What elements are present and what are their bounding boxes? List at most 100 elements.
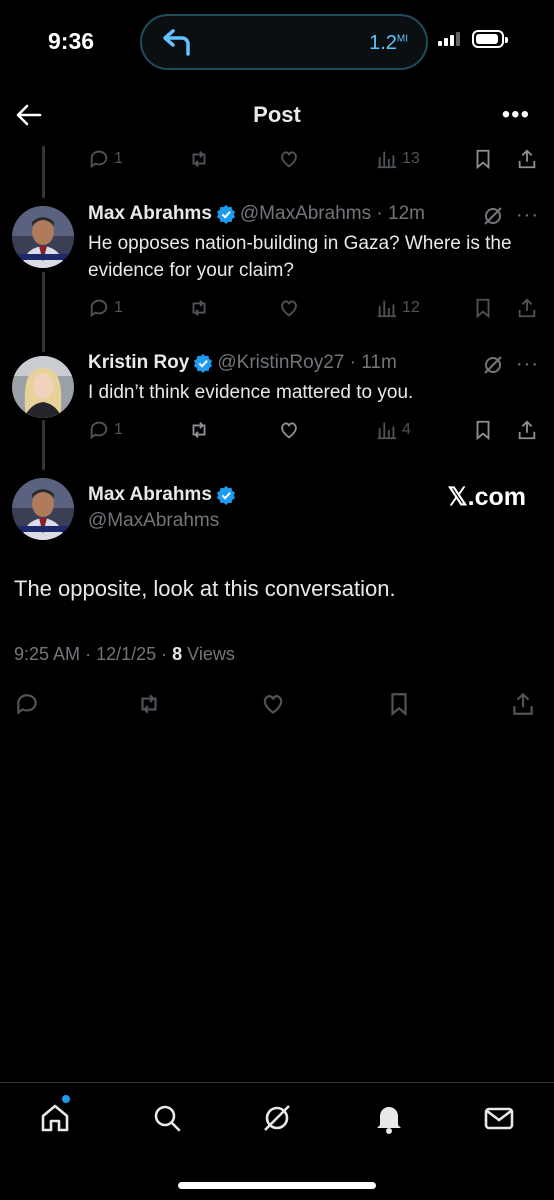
views-button[interactable]: 13 bbox=[376, 145, 420, 173]
repost-icon bbox=[192, 300, 206, 316]
tweet-text: I didn’t think evidence mattered to you. bbox=[88, 382, 414, 403]
verified-badge-icon bbox=[216, 204, 235, 224]
home-indicator[interactable] bbox=[178, 1182, 376, 1189]
repost-button[interactable] bbox=[188, 145, 210, 173]
share-button[interactable] bbox=[516, 294, 538, 322]
avatar-max-abrahms bbox=[12, 206, 74, 268]
share-icon bbox=[518, 298, 536, 318]
tab-messages[interactable] bbox=[482, 1101, 516, 1135]
heart-icon bbox=[281, 151, 297, 168]
avatar-kristin-roy bbox=[12, 356, 74, 418]
like-button[interactable] bbox=[278, 294, 300, 322]
author-name[interactable]: Max Abrahms bbox=[88, 484, 212, 506]
bookmark-icon bbox=[391, 693, 407, 717]
reply-button[interactable]: 1 bbox=[88, 416, 123, 444]
grok-icon bbox=[264, 1105, 290, 1131]
notifications-icon bbox=[377, 1107, 401, 1134]
share-icon bbox=[518, 420, 536, 440]
tweet-actions: 1 13 bbox=[88, 145, 540, 175]
main-post-text: The opposite, look at this conversation. bbox=[14, 576, 396, 601]
views-count: 13 bbox=[402, 150, 420, 167]
grok-icon[interactable] bbox=[482, 205, 504, 227]
bookmark-button[interactable] bbox=[472, 294, 494, 322]
avatar[interactable] bbox=[12, 356, 74, 418]
tweet-more-icon[interactable]: ··· bbox=[516, 204, 539, 227]
more-options-icon[interactable]: ••• bbox=[502, 103, 530, 127]
tab-grok[interactable] bbox=[260, 1101, 294, 1135]
reply-button[interactable] bbox=[14, 690, 40, 718]
reply-button[interactable]: 1 bbox=[88, 145, 123, 173]
repost-icon bbox=[141, 694, 157, 714]
views-button[interactable]: 12 bbox=[376, 294, 420, 322]
repost-icon bbox=[192, 151, 206, 167]
distance-unit: MI bbox=[396, 33, 408, 45]
share-button[interactable] bbox=[516, 145, 538, 173]
post-metadata: 9:25 AM · 12/1/25 · 8 Views bbox=[14, 644, 235, 665]
separator-dot: · bbox=[371, 203, 388, 224]
like-button[interactable] bbox=[260, 690, 286, 718]
repost-button[interactable] bbox=[136, 690, 162, 718]
author-handle[interactable]: @MaxAbrahms bbox=[88, 510, 219, 532]
repost-button[interactable] bbox=[188, 416, 210, 444]
bookmark-icon bbox=[476, 149, 490, 170]
tweet-text: He opposes nation-building in Gaza? Wher… bbox=[88, 233, 512, 281]
tweet-time: 12m bbox=[388, 203, 425, 224]
reply-icon bbox=[90, 421, 108, 440]
avatar[interactable] bbox=[12, 478, 74, 540]
verified-badge-icon bbox=[216, 485, 235, 505]
reply-count: 1 bbox=[114, 150, 123, 167]
share-button[interactable] bbox=[516, 416, 538, 444]
home-icon bbox=[41, 1104, 69, 1132]
battery-icon bbox=[472, 30, 508, 48]
main-post-author: Max Abrahms bbox=[88, 484, 240, 506]
views-icon bbox=[377, 151, 397, 169]
repost-icon bbox=[192, 422, 206, 438]
share-button[interactable] bbox=[510, 690, 536, 718]
cellular-signal-icon bbox=[438, 32, 460, 46]
tab-home[interactable] bbox=[38, 1101, 72, 1135]
views-button[interactable]: 4 bbox=[376, 416, 411, 444]
dynamic-island-navigation[interactable]: 1.2MI bbox=[140, 14, 428, 70]
bookmark-button[interactable] bbox=[472, 145, 494, 173]
grok-icon[interactable] bbox=[482, 354, 504, 376]
thread-line bbox=[42, 420, 45, 470]
like-button[interactable] bbox=[278, 145, 300, 173]
share-icon bbox=[513, 692, 533, 715]
home-notification-dot bbox=[62, 1095, 70, 1103]
repost-button[interactable] bbox=[188, 294, 210, 322]
verified-badge-icon bbox=[194, 353, 213, 373]
reply-icon bbox=[90, 150, 108, 169]
reply-icon bbox=[17, 694, 37, 715]
bookmark-button[interactable] bbox=[472, 416, 494, 444]
separator-dot: · bbox=[344, 352, 362, 373]
author-name[interactable]: Max Abrahms bbox=[88, 203, 212, 225]
thread-line bbox=[42, 146, 45, 198]
tweet-more-icon[interactable]: ··· bbox=[516, 353, 539, 376]
tab-search[interactable] bbox=[150, 1101, 184, 1135]
main-post-handle-row: @MaxAbrahms bbox=[88, 510, 219, 532]
views-count: 12 bbox=[402, 299, 420, 316]
tweet-actions: 1 4 bbox=[88, 416, 540, 446]
bookmark-button[interactable] bbox=[386, 690, 412, 718]
reply-icon bbox=[90, 299, 108, 318]
views-icon bbox=[377, 300, 397, 318]
heart-icon bbox=[281, 422, 297, 439]
separator-dot: · bbox=[85, 644, 97, 664]
avatar[interactable] bbox=[12, 206, 74, 268]
views-label: Views bbox=[187, 644, 235, 664]
author-handle[interactable]: @MaxAbrahms bbox=[240, 203, 371, 225]
tweet-time: 11m bbox=[361, 352, 397, 373]
tab-notifications[interactable] bbox=[372, 1101, 406, 1135]
heart-icon bbox=[263, 695, 283, 715]
thread-line bbox=[42, 272, 45, 352]
status-bar: 9:36 1.2MI bbox=[0, 0, 554, 80]
bookmark-icon bbox=[476, 298, 490, 319]
page-title: Post bbox=[253, 102, 301, 127]
tweet-actions: 1 12 bbox=[88, 294, 540, 324]
author-name[interactable]: Kristin Roy bbox=[88, 352, 189, 374]
like-button[interactable] bbox=[278, 416, 300, 444]
reply-button[interactable]: 1 bbox=[88, 294, 123, 322]
author-handle[interactable]: @KristinRoy27 bbox=[217, 352, 344, 374]
heart-icon bbox=[281, 300, 297, 317]
post-header: Post ••• bbox=[0, 84, 554, 144]
